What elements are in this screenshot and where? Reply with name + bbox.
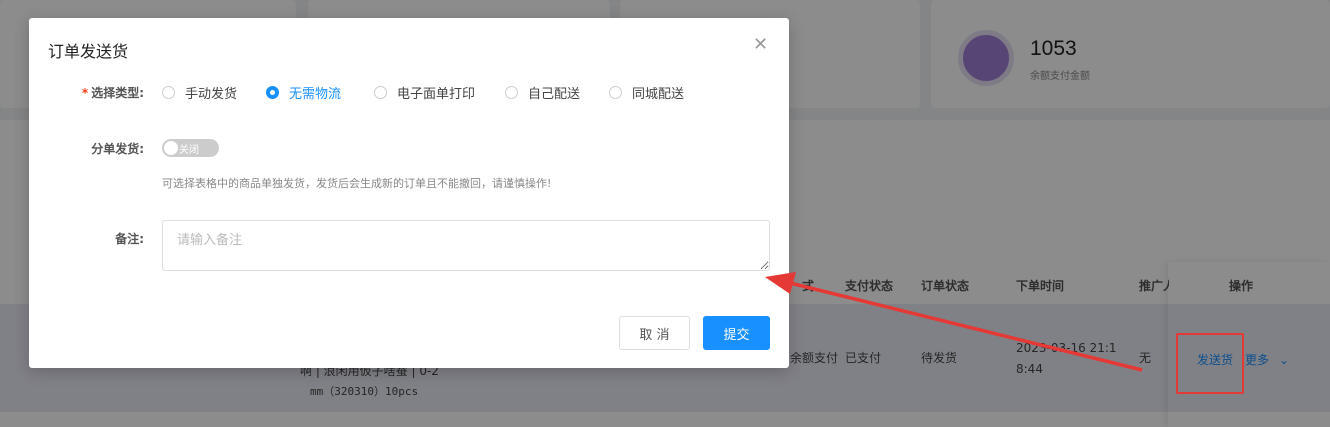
split-ship-toggle[interactable]: 关闭 bbox=[162, 139, 219, 157]
radio-circle bbox=[505, 85, 518, 99]
radio-circle bbox=[374, 85, 387, 99]
type-label-text: 选择类型: bbox=[91, 86, 144, 100]
split-label: 分单发货: bbox=[91, 142, 144, 156]
toggle-text: 关闭 bbox=[179, 145, 199, 156]
radio-manual-ship[interactable]: 手动发货 bbox=[162, 84, 238, 102]
radio-label: 手动发货 bbox=[185, 86, 238, 102]
radio-label: 电子面单打印 bbox=[397, 86, 476, 102]
remark-label: 备注: bbox=[115, 232, 144, 246]
radio-city-delivery[interactable]: 同城配送 bbox=[609, 84, 685, 102]
toggle-knob bbox=[164, 141, 178, 155]
dialog-title: 订单发送货 bbox=[48, 42, 129, 61]
radio-circle-checked bbox=[266, 85, 279, 99]
close-icon[interactable]: ✕ bbox=[753, 36, 768, 54]
submit-button[interactable]: 提交 bbox=[703, 316, 770, 350]
remark-input[interactable] bbox=[162, 220, 770, 271]
cancel-button[interactable]: 取 消 bbox=[619, 316, 690, 350]
type-label: * 选择类型: bbox=[34, 84, 144, 101]
required-mark: * bbox=[81, 86, 89, 100]
radio-e-waybill[interactable]: 电子面单打印 bbox=[374, 84, 476, 102]
radio-no-logistics[interactable]: 无需物流 bbox=[266, 84, 342, 102]
radio-label: 自己配送 bbox=[528, 86, 581, 102]
radio-circle bbox=[162, 85, 175, 99]
split-hint: 可选择表格中的商品单独发货，发货后会生成新的订单且不能撤回，请谨慎操作! bbox=[162, 177, 552, 190]
ship-order-dialog: 订单发送货 ✕ * 选择类型: 手动发货 无需物流 电子面单打印 自己配送 同城配… bbox=[29, 18, 789, 368]
radio-label: 同城配送 bbox=[632, 86, 685, 102]
radio-circle bbox=[609, 85, 622, 99]
radio-self-delivery[interactable]: 自己配送 bbox=[505, 84, 581, 102]
highlight-box bbox=[1176, 333, 1244, 394]
radio-label: 无需物流 bbox=[289, 86, 342, 102]
